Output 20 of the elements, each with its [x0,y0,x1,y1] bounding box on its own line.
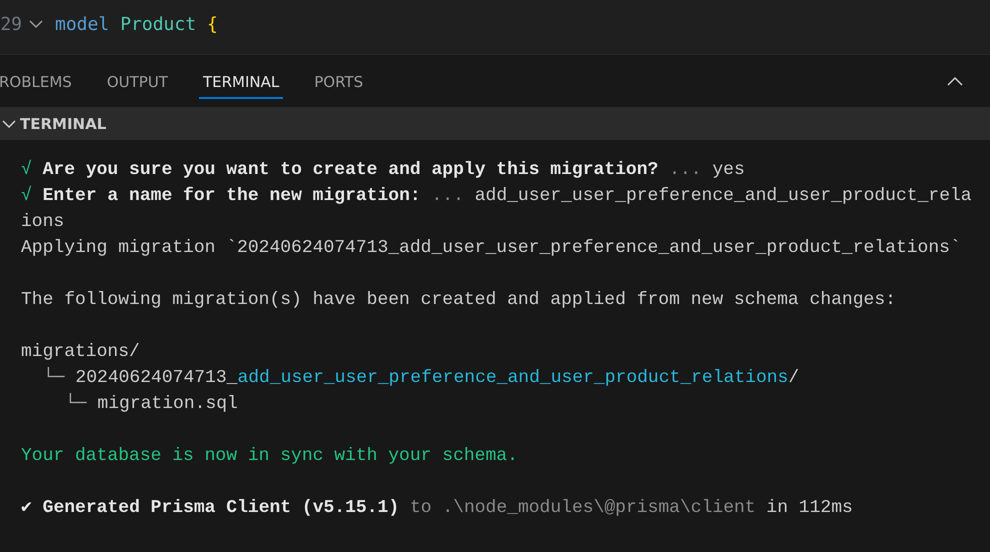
terminal-line: migrations/ [21,341,141,364]
terminal-line: √ Enter a name for the new migration: ... add_user_user_preference_and_user_product_rela [21,184,973,208]
code-token: model [55,14,110,34]
terminal-line: √ Are you sure you want to create and apply this migration? ... yes [21,158,746,182]
panel-tab[interactable]: ROBLEMS [0,63,76,99]
terminal-line: The following migration(s) have been created and applied from new schema changes: [21,289,897,312]
panel-tab[interactable]: PORTS [310,63,368,99]
code-token: { [207,14,218,34]
chevron-up-icon[interactable] [947,76,963,86]
section-title: TERMINAL [20,114,106,132]
panel-tab[interactable]: TERMINAL [198,63,284,99]
line-number: 29 [0,14,22,34]
terminal-line: ✔ Generated Prisma Client (v5.15.1) to .\node_modules\@prisma\client in 112ms [21,497,854,520]
terminal-line: └─ 20240624074713_add_user_user_preference_and_user_product_relations/ [43,366,800,390]
terminal-line: Applying migration `20240624074713_add_user_user_preference_and_user_product_relations` [21,237,962,260]
terminal-line: ions [21,211,66,234]
terminal-line: └─ migration.sql [65,392,239,416]
panel-tab[interactable]: OUTPUT [102,63,172,99]
terminal-line: Your database is now in sync with your schema. [21,445,519,468]
code-token: Product [120,14,196,34]
